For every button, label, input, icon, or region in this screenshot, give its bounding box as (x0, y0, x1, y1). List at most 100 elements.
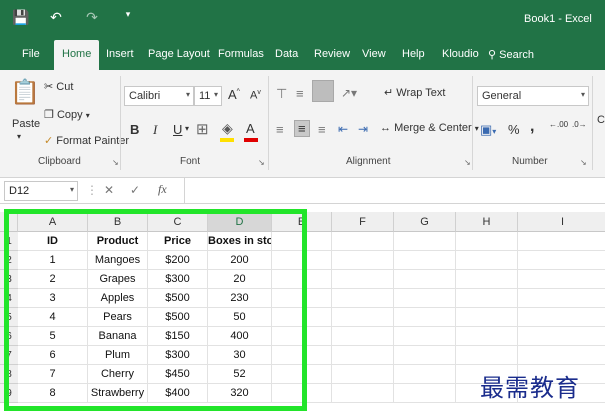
align-top-icon[interactable]: ⊤ (276, 86, 287, 102)
font-launcher-icon[interactable]: ↘ (258, 158, 265, 167)
column-header-g[interactable]: G (394, 212, 456, 232)
save-icon[interactable]: 💾 (12, 9, 29, 26)
clipboard-group-label: Clipboard (38, 156, 81, 167)
italic-button[interactable]: I (153, 122, 157, 138)
align-bottom-icon[interactable] (312, 80, 334, 102)
number-launcher-icon[interactable]: ↘ (580, 158, 587, 167)
tab-view[interactable]: View (362, 48, 386, 60)
wrap-text-button[interactable]: ↵ Wrap Text (384, 86, 445, 99)
cut-button[interactable]: ✂ Cut (44, 80, 73, 93)
bold-button[interactable]: B (130, 122, 139, 137)
table-cell[interactable] (456, 308, 518, 327)
shrink-font-button[interactable]: Av (250, 89, 261, 102)
undo-icon[interactable]: ↶ (48, 9, 64, 26)
table-cell[interactable] (518, 270, 605, 289)
font-family-select[interactable]: Calibri ▾ (124, 86, 194, 106)
font-color-button[interactable]: A (246, 121, 255, 136)
name-box[interactable]: D12 ▾ (4, 181, 78, 201)
redo-icon[interactable]: ↷ (84, 9, 100, 26)
table-cell[interactable] (456, 289, 518, 308)
alignment-group-label: Alignment (346, 156, 391, 167)
ribbon-home: 📋 Paste ▾ ✂ Cut ❐ Copy ▾ ✓ Format Painte… (0, 70, 605, 178)
quick-access-toolbar: 💾 ↶ ↷ ▾ (12, 9, 136, 26)
font-size-select[interactable]: 11 ▾ (194, 86, 222, 106)
increase-indent-icon[interactable]: ⇥ (358, 122, 368, 136)
decrease-indent-icon[interactable]: ⇤ (338, 122, 348, 136)
paste-button[interactable]: Paste (12, 118, 40, 130)
table-cell[interactable] (456, 270, 518, 289)
insert-function-button[interactable]: fx (158, 182, 167, 197)
table-cell[interactable] (518, 251, 605, 270)
table-cell[interactable] (332, 289, 394, 308)
table-cell[interactable] (518, 289, 605, 308)
grow-font-button[interactable]: A^ (228, 87, 240, 102)
increase-decimal-button[interactable]: ←.00 (549, 120, 568, 129)
divider (120, 76, 121, 170)
borders-icon[interactable]: ⊞ (196, 120, 209, 138)
fill-color-icon[interactable]: ◈ (222, 120, 233, 137)
table-cell[interactable] (394, 327, 456, 346)
table-cell[interactable] (332, 346, 394, 365)
orientation-icon[interactable]: ↗▾ (341, 86, 357, 100)
table-cell[interactable] (394, 365, 456, 384)
table-cell[interactable] (518, 232, 605, 251)
table-cell[interactable] (332, 270, 394, 289)
align-center-icon[interactable]: ≡ (294, 120, 310, 137)
accounting-format-icon[interactable]: ▣▾ (480, 122, 496, 138)
paste-icon[interactable]: 📋 (10, 78, 40, 107)
tab-formulas[interactable]: Formulas (218, 48, 264, 60)
table-cell[interactable] (394, 384, 456, 403)
number-format-select[interactable]: General ▾ (477, 86, 589, 106)
column-header-f[interactable]: F (332, 212, 394, 232)
tab-help[interactable]: Help (402, 48, 425, 60)
table-cell[interactable] (518, 346, 605, 365)
tab-data[interactable]: Data (275, 48, 298, 60)
percent-button[interactable]: % (508, 122, 520, 137)
format-painter-button[interactable]: ✓ Format Painter (44, 134, 129, 147)
column-header-h[interactable]: H (456, 212, 518, 232)
align-left-icon[interactable]: ≡ (276, 122, 284, 137)
table-cell[interactable] (518, 308, 605, 327)
table-cell[interactable] (394, 346, 456, 365)
underline-dropdown-icon[interactable]: ▾ (185, 124, 189, 133)
table-cell[interactable] (394, 270, 456, 289)
table-cell[interactable] (394, 232, 456, 251)
comma-button[interactable]: , (530, 118, 534, 136)
align-right-icon[interactable]: ≡ (318, 122, 326, 137)
search-box[interactable]: ⚲ Search (488, 48, 534, 61)
table-cell[interactable] (456, 327, 518, 346)
tab-home[interactable]: Home (54, 40, 100, 70)
alignment-launcher-icon[interactable]: ↘ (464, 158, 471, 167)
ribbon-tabs: File Home Insert Page Layout Formulas Da… (0, 38, 605, 70)
decrease-decimal-button[interactable]: .0→ (572, 120, 587, 129)
clipboard-launcher-icon[interactable]: ↘ (112, 158, 119, 167)
table-cell[interactable] (332, 365, 394, 384)
table-cell[interactable] (394, 308, 456, 327)
tab-review[interactable]: Review (314, 48, 350, 60)
table-cell[interactable] (332, 384, 394, 403)
enter-icon[interactable]: ✓ (130, 183, 140, 197)
table-cell[interactable] (456, 251, 518, 270)
formula-input[interactable] (184, 178, 602, 203)
table-cell[interactable] (332, 232, 394, 251)
table-cell[interactable] (332, 327, 394, 346)
underline-button[interactable]: U (173, 122, 182, 137)
customize-icon[interactable]: ▾ (120, 9, 136, 26)
table-cell[interactable] (394, 289, 456, 308)
merge-center-button[interactable]: ↔ Merge & Center ▾ (380, 122, 479, 134)
column-header-i[interactable]: I (518, 212, 605, 232)
cancel-icon[interactable]: ✕ (104, 183, 114, 197)
tab-file[interactable]: File (22, 48, 40, 60)
table-cell[interactable] (394, 251, 456, 270)
table-cell[interactable] (332, 251, 394, 270)
paste-dropdown-icon[interactable]: ▾ (17, 132, 21, 141)
tab-page-layout[interactable]: Page Layout (148, 48, 210, 60)
align-middle-icon[interactable]: ≡ (296, 86, 304, 101)
tab-kloudio[interactable]: Kloudio (442, 48, 479, 60)
copy-button[interactable]: ❐ Copy ▾ (44, 108, 90, 121)
table-cell[interactable] (456, 346, 518, 365)
tab-insert[interactable]: Insert (106, 48, 134, 60)
table-cell[interactable] (332, 308, 394, 327)
table-cell[interactable] (456, 232, 518, 251)
table-cell[interactable] (518, 327, 605, 346)
